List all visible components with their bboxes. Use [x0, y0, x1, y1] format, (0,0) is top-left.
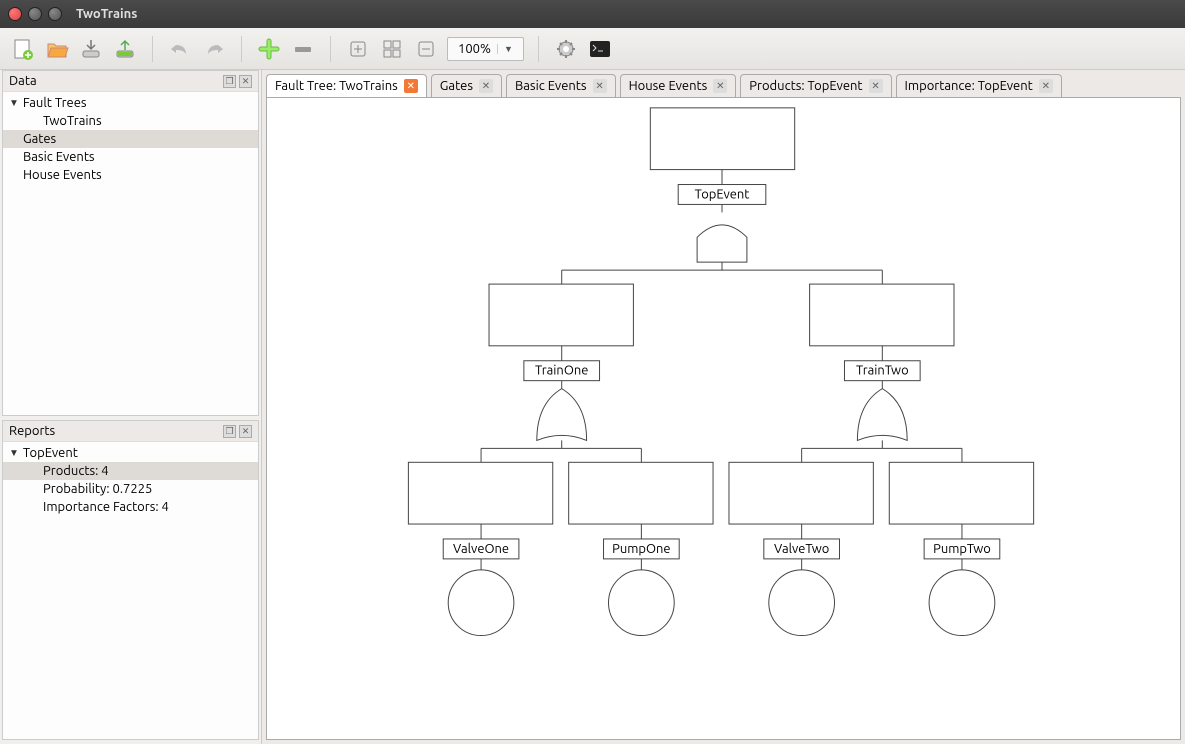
- undo-icon[interactable]: [167, 36, 193, 62]
- tab[interactable]: Fault Tree: TwoTrains ✕: [266, 74, 427, 97]
- tab-label: Products: TopEvent: [749, 79, 862, 93]
- window-title: TwoTrains: [76, 7, 137, 21]
- reports-panel-title: Reports: [9, 424, 55, 438]
- remove-icon[interactable]: [290, 36, 316, 62]
- chevron-down-icon: ▼: [497, 44, 519, 54]
- tab-label: Gates: [440, 79, 473, 93]
- tab[interactable]: Importance: TopEvent ✕: [896, 74, 1062, 97]
- panel-close-icon[interactable]: ✕: [239, 425, 252, 438]
- tab[interactable]: Basic Events ✕: [506, 74, 616, 97]
- new-file-icon[interactable]: [10, 36, 36, 62]
- zoom-select[interactable]: 100% ▼: [447, 37, 524, 61]
- redo-icon[interactable]: [201, 36, 227, 62]
- tree-toggle-icon[interactable]: ▼: [9, 97, 19, 109]
- tab-close-icon[interactable]: ✕: [479, 79, 493, 93]
- tab-label: Fault Tree: TwoTrains: [275, 79, 398, 93]
- window-maximize-button[interactable]: [48, 7, 62, 21]
- settings-icon[interactable]: [553, 36, 579, 62]
- terminal-icon[interactable]: [587, 36, 613, 62]
- node-label: ValveOne: [453, 542, 509, 556]
- open-file-icon[interactable]: [44, 36, 70, 62]
- tab-label: Basic Events: [515, 79, 587, 93]
- window-minimize-button[interactable]: [28, 7, 42, 21]
- tabs-bar: Fault Tree: TwoTrains✕Gates✕Basic Events…: [262, 70, 1185, 97]
- panel-restore-icon[interactable]: ❐: [223, 425, 236, 438]
- tree-item[interactable]: Importance Factors: 4: [3, 498, 258, 516]
- data-panel-title: Data: [9, 74, 37, 88]
- diagram-canvas[interactable]: TopEvent TrainOne: [266, 97, 1181, 740]
- tree-item-label: House Events: [23, 168, 102, 182]
- tree-item[interactable]: Basic Events: [3, 148, 258, 166]
- node-label: TrainOne: [535, 364, 588, 378]
- tree-item-label: TwoTrains: [43, 114, 102, 128]
- toolbar: 100% ▼: [0, 28, 1185, 70]
- tree-item[interactable]: ▼ TopEvent: [3, 444, 258, 462]
- node-label: ValveTwo: [774, 542, 829, 556]
- node-label: TopEvent: [695, 187, 750, 201]
- tab-label: Importance: TopEvent: [905, 79, 1033, 93]
- node-label: PumpOne: [612, 542, 670, 556]
- tree-item[interactable]: Probability: 0.7225: [3, 480, 258, 498]
- tab-close-icon[interactable]: ✕: [404, 79, 418, 93]
- tree-item-label: Fault Trees: [23, 96, 87, 110]
- tab-close-icon[interactable]: ✕: [593, 79, 607, 93]
- zoom-value: 100%: [452, 42, 497, 56]
- zoom-out-icon[interactable]: [413, 36, 439, 62]
- tree-item[interactable]: TwoTrains: [3, 112, 258, 130]
- tab[interactable]: Products: TopEvent ✕: [740, 74, 891, 97]
- tree-item-label: Products: 4: [43, 464, 109, 478]
- tree-item-label: TopEvent: [23, 446, 78, 460]
- panel-close-icon[interactable]: ✕: [239, 75, 252, 88]
- tab-label: House Events: [629, 79, 708, 93]
- tree-item-label: Gates: [23, 132, 56, 146]
- window-close-button[interactable]: [8, 7, 22, 21]
- tab[interactable]: House Events ✕: [620, 74, 737, 97]
- data-panel: Data ❐ ✕ ▼ Fault Trees TwoTrains Gates Basic…: [2, 70, 259, 416]
- node-label: PumpTwo: [933, 542, 991, 556]
- tree-item-label: Probability: 0.7225: [43, 482, 152, 496]
- tree-item[interactable]: ▼ Fault Trees: [3, 94, 258, 112]
- tree-item[interactable]: Gates: [3, 130, 258, 148]
- zoom-fit-icon[interactable]: [379, 36, 405, 62]
- titlebar: TwoTrains: [0, 0, 1185, 28]
- tree-item-label: Importance Factors: 4: [43, 500, 169, 514]
- tree-item-label: Basic Events: [23, 150, 95, 164]
- tab-close-icon[interactable]: ✕: [869, 79, 883, 93]
- data-panel-header: Data ❐ ✕: [3, 71, 258, 92]
- data-tree: ▼ Fault Trees TwoTrains Gates Basic Events Ho…: [3, 92, 258, 186]
- panel-restore-icon[interactable]: ❐: [223, 75, 236, 88]
- tree-toggle-icon[interactable]: ▼: [9, 447, 19, 459]
- reports-panel-header: Reports ❐ ✕: [3, 421, 258, 442]
- export-icon[interactable]: [112, 36, 138, 62]
- sidebar: Data ❐ ✕ ▼ Fault Trees TwoTrains Gates Basic…: [0, 70, 262, 744]
- tree-item[interactable]: House Events: [3, 166, 258, 184]
- add-icon[interactable]: [256, 36, 282, 62]
- tab-close-icon[interactable]: ✕: [1039, 79, 1053, 93]
- tab-close-icon[interactable]: ✕: [713, 79, 727, 93]
- tree-item[interactable]: Products: 4: [3, 462, 258, 480]
- reports-panel: Reports ❐ ✕ ▼ TopEvent Products: 4 Probabil…: [2, 420, 259, 740]
- node-label: TrainTwo: [856, 364, 909, 378]
- zoom-in-icon[interactable]: [345, 36, 371, 62]
- tab[interactable]: Gates ✕: [431, 74, 502, 97]
- import-icon[interactable]: [78, 36, 104, 62]
- reports-tree: ▼ TopEvent Products: 4 Probability: 0.7225 I…: [3, 442, 258, 518]
